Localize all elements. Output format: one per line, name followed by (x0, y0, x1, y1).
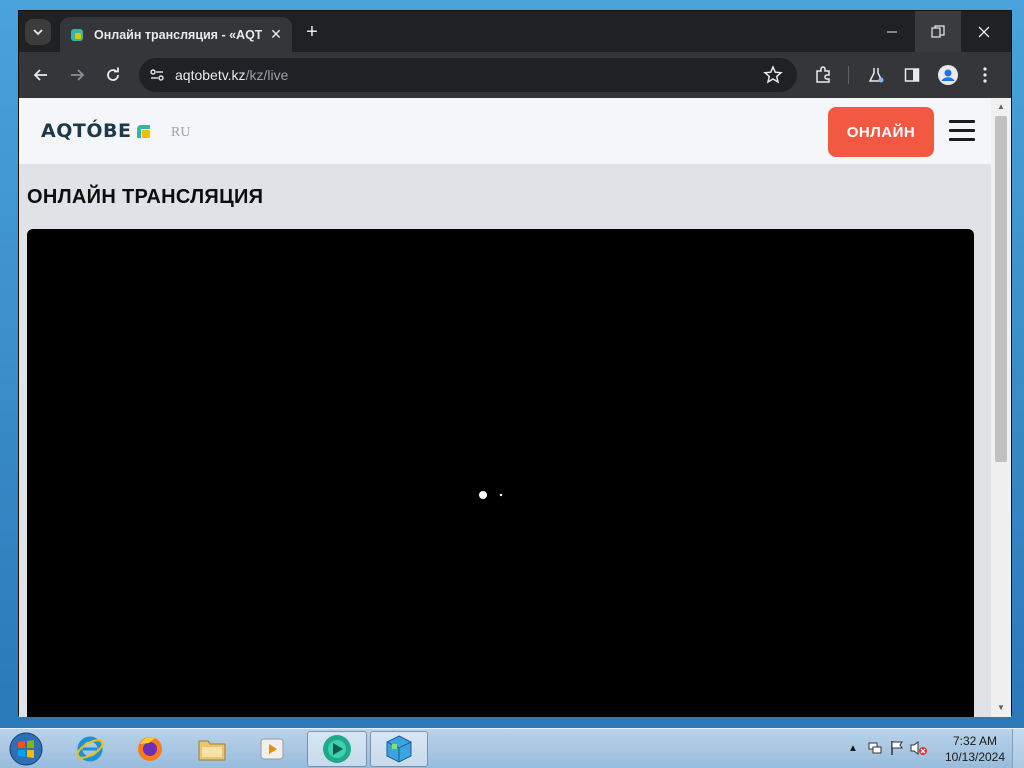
forward-arrow-icon (71, 69, 85, 81)
bookmark-star-icon[interactable] (763, 65, 783, 85)
speaker-muted-icon (910, 741, 927, 755)
tab-close-icon[interactable]: ✕ (268, 26, 284, 42)
profile-button[interactable] (936, 63, 960, 87)
site-favicon-icon (71, 28, 83, 41)
address-bar[interactable]: aqtobetv.kz/kz/live (139, 58, 797, 92)
side-panel-icon (904, 68, 920, 82)
close-icon (978, 26, 990, 37)
avatar-icon (938, 65, 958, 85)
video-player[interactable] (27, 229, 974, 717)
new-tab-button[interactable]: + (301, 21, 323, 43)
taskbar-ie[interactable] (62, 731, 118, 767)
scroll-down-arrow-icon[interactable]: ▼ (996, 703, 1006, 713)
labs-button[interactable] (864, 63, 888, 87)
back-button[interactable] (29, 63, 53, 87)
browser-app-icon (323, 735, 351, 763)
scrollbar-thumb[interactable] (995, 116, 1007, 462)
hamburger-menu-icon[interactable] (949, 120, 975, 142)
start-button[interactable] (6, 730, 46, 768)
restore-button[interactable] (915, 11, 961, 52)
system-tray: ▲ (844, 739, 932, 757)
taskbar-explorer[interactable] (184, 731, 240, 767)
burger-line (949, 138, 975, 141)
tab-search-button[interactable] (25, 19, 51, 45)
browser-menu-button[interactable] (973, 63, 997, 87)
logo-mark-icon (137, 124, 151, 138)
page-scrollbar[interactable]: ▲ ▼ (991, 98, 1011, 717)
chevron-down-icon (33, 29, 43, 36)
folder-icon (198, 740, 226, 761)
site-logo[interactable]: AQTÓBE (41, 120, 152, 142)
reload-icon (107, 67, 119, 81)
show-hidden-icons-icon[interactable]: ▲ (844, 739, 862, 757)
taskbar-chrome-window[interactable] (307, 731, 367, 767)
media-player-icon (260, 738, 284, 760)
side-panel-button[interactable] (900, 63, 924, 87)
puzzle-icon (816, 66, 830, 83)
network-monitor-icon (868, 742, 882, 754)
taskbar-media-player[interactable] (244, 731, 300, 767)
taskbar-clock[interactable]: 7:32 AM 10/13/2024 (940, 733, 1010, 765)
back-arrow-icon (33, 69, 47, 81)
firefox-icon (138, 737, 162, 761)
language-switch[interactable]: RU (171, 125, 190, 141)
burger-line (949, 129, 975, 132)
taskbar-firefox[interactable] (122, 731, 178, 767)
browser-window: Онлайн трансляция - «AQTÓBE ✕ + aqtobetv… (18, 10, 1012, 717)
extensions-button[interactable] (811, 63, 835, 87)
internet-explorer-icon (76, 736, 104, 762)
tab-active[interactable]: Онлайн трансляция - «AQTÓBE ✕ (60, 17, 292, 52)
restore-icon (931, 24, 945, 38)
volume-muted-icon[interactable] (910, 739, 928, 757)
clock-date: 10/13/2024 (944, 750, 1006, 764)
windows-start-icon (9, 732, 43, 766)
toolbar-divider (848, 66, 849, 84)
logo-text: AQTÓBE (41, 120, 132, 142)
url-host: aqtobetv.kz (175, 67, 246, 83)
show-desktop-button[interactable] (1012, 729, 1024, 768)
reload-button[interactable] (101, 63, 125, 87)
clock-time: 7:32 AM (952, 734, 998, 748)
more-vert-icon (983, 67, 987, 83)
minimize-button[interactable] (869, 11, 915, 52)
url-path: /kz/live (245, 67, 289, 83)
site-settings-icon[interactable] (149, 67, 165, 83)
site-header: AQTÓBE RU ОНЛАЙН (19, 98, 991, 164)
network-icon[interactable] (866, 739, 884, 757)
page-viewport: AQTÓBE RU ОНЛАЙН ОНЛАЙН ТРАНСЛЯЦИЯ (19, 98, 991, 717)
browser-toolbar: aqtobetv.kz/kz/live (19, 52, 1011, 98)
minimize-icon (887, 31, 897, 32)
page-title: ОНЛАЙН ТРАНСЛЯЦИЯ (27, 186, 264, 208)
taskbar: ▲ 7:32 AM 10/13/2024 (0, 728, 1024, 768)
loading-spinner-icon (479, 491, 503, 499)
flask-icon (868, 68, 884, 83)
forward-button[interactable] (65, 63, 89, 87)
close-window-button[interactable] (961, 11, 1007, 52)
action-center-flag-icon[interactable] (888, 739, 906, 757)
tab-strip: Онлайн трансляция - «AQTÓBE ✕ + (19, 11, 1011, 52)
cube-app-icon (386, 735, 412, 763)
flag-icon (891, 741, 903, 755)
burger-line (949, 120, 975, 123)
tab-title: Онлайн трансляция - «AQTÓBE (94, 27, 262, 42)
live-button[interactable]: ОНЛАЙН (828, 107, 934, 157)
scroll-up-arrow-icon[interactable]: ▲ (996, 102, 1006, 112)
url-text: aqtobetv.kz/kz/live (175, 67, 288, 83)
taskbar-app-window[interactable] (370, 731, 428, 767)
